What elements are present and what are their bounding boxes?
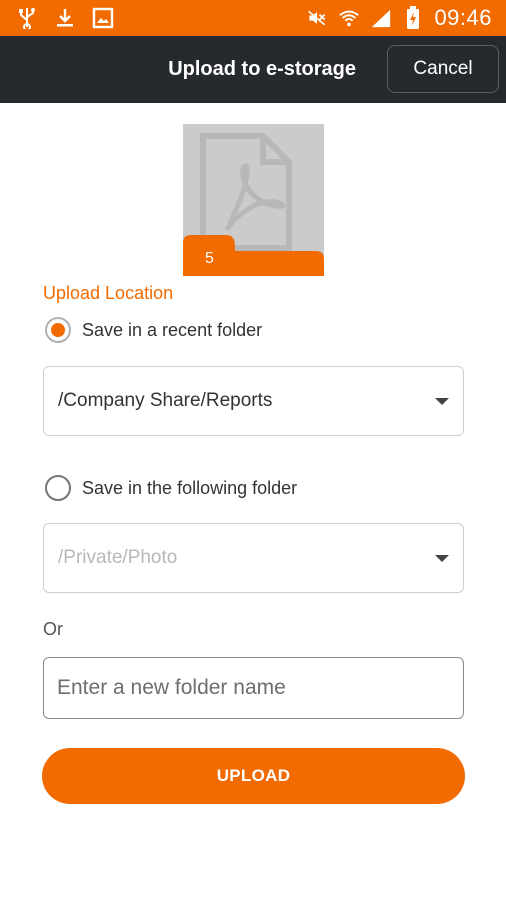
following-folder-option[interactable]: Save in the following folder — [45, 474, 297, 502]
battery-icon — [402, 6, 424, 29]
following-folder-radio[interactable] — [45, 475, 71, 501]
status-bar-time: 09:46 — [434, 5, 492, 30]
status-bar: 09:46 — [0, 0, 506, 36]
signal-icon — [370, 7, 392, 29]
download-icon — [54, 7, 76, 29]
cancel-button[interactable]: Cancel — [387, 45, 499, 93]
recent-folder-value: /Company Share/Reports — [58, 390, 273, 411]
usb-icon — [16, 7, 38, 29]
chevron-down-icon — [435, 555, 449, 562]
toolbar: Upload to e-storage Cancel — [0, 36, 506, 103]
new-folder-input[interactable] — [43, 657, 464, 719]
image-icon — [92, 7, 114, 29]
recent-folder-option[interactable]: Save in a recent folder — [45, 316, 262, 344]
chevron-down-icon — [435, 398, 449, 405]
status-bar-notifications — [16, 6, 114, 30]
following-folder-dropdown[interactable]: /Private/Photo — [43, 523, 464, 593]
upload-location-label: Upload Location — [43, 283, 174, 303]
pdf-file-icon — [200, 133, 292, 251]
mute-icon — [306, 7, 328, 29]
page-title: Upload to e-storage — [168, 58, 356, 80]
status-bar-system: 09:46 — [306, 4, 492, 32]
recent-folder-radio[interactable] — [45, 317, 71, 343]
file-count: 5 — [205, 250, 214, 267]
recent-folder-dropdown[interactable]: /Company Share/Reports — [43, 366, 464, 436]
recent-folder-option-label: Save in a recent folder — [82, 319, 263, 340]
following-folder-value: /Private/Photo — [58, 547, 178, 568]
upload-button[interactable]: UPLOAD — [42, 748, 465, 804]
or-label: Or — [43, 619, 63, 639]
following-folder-option-label: Save in the following folder — [82, 477, 298, 498]
wifi-icon — [338, 7, 360, 29]
